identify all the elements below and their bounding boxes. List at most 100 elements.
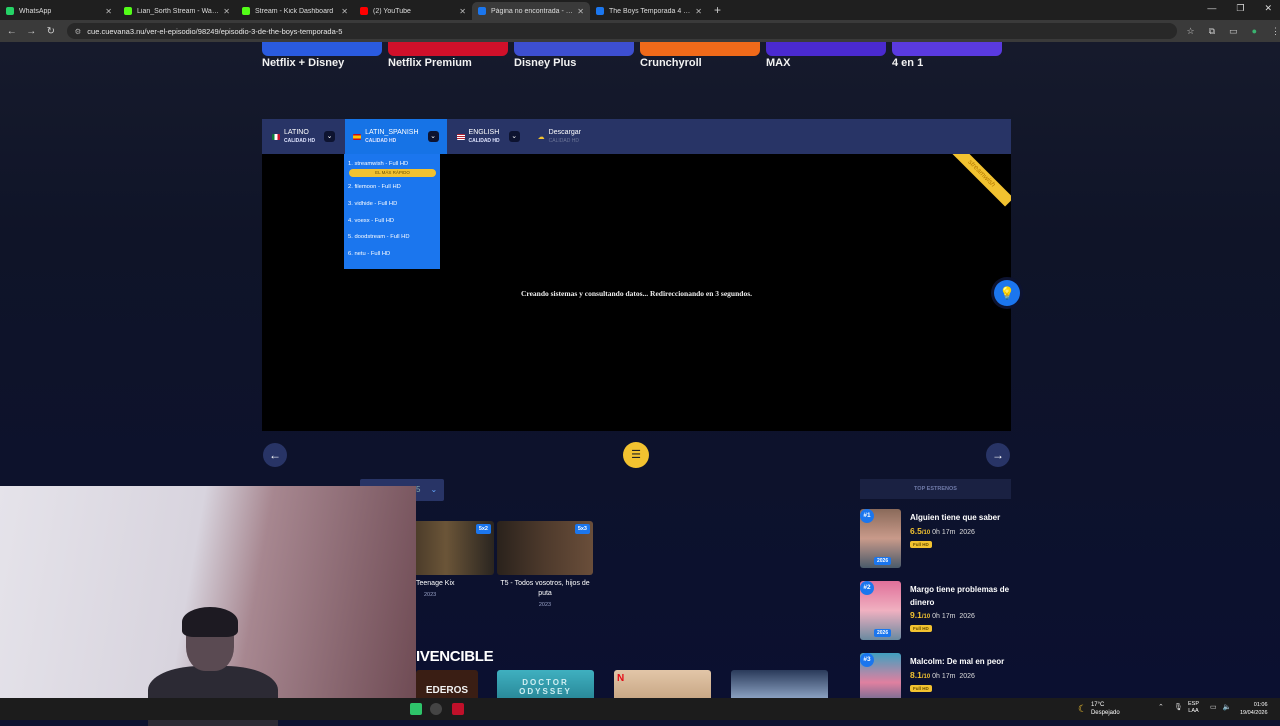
taskbar-clock[interactable]: 01:06 19/04/2026	[1240, 701, 1268, 717]
clock-time: 01:06	[1253, 702, 1268, 708]
system-tray: ⌃ 🎙	[1158, 703, 1183, 711]
promo-card[interactable]: Netflix Premium	[388, 42, 508, 72]
browser-tab[interactable]: (2) YouTube ✕	[354, 2, 472, 20]
forward-icon[interactable]: →	[24, 26, 40, 37]
reload-icon[interactable]: ↻	[43, 26, 59, 37]
language-tab-english[interactable]: ENGLISH CALIDAD HD ⌄	[449, 119, 528, 154]
restore-icon[interactable]: ❐	[1236, 3, 1244, 14]
spain-flag-icon	[353, 133, 362, 140]
next-episode-button[interactable]: →	[986, 443, 1010, 467]
promo-banner	[514, 42, 634, 56]
promo-card[interactable]: 4 en 1	[892, 42, 1002, 72]
new-tab-icon[interactable]: +	[714, 3, 721, 17]
download-label: Descargar	[548, 129, 581, 136]
close-tab-icon[interactable]: ✕	[341, 7, 348, 16]
menu-icon[interactable]: ⋮	[1271, 26, 1280, 37]
taskbar-app-icon[interactable]	[410, 703, 422, 715]
related-card[interactable]: EDEROS	[416, 670, 478, 698]
episode-badge: 5x2	[475, 524, 491, 534]
profile-avatar[interactable]: ●	[1252, 26, 1257, 37]
close-tab-icon[interactable]: ✕	[695, 7, 702, 16]
close-tab-icon[interactable]: ✕	[223, 7, 230, 16]
minimize-icon[interactable]: —	[1207, 3, 1216, 14]
server-option[interactable]: 5. doodstream - Full HD	[344, 229, 440, 246]
quality-label: CALIDAD HD	[468, 138, 500, 144]
bookmark-star-icon[interactable]: ☆	[1187, 26, 1195, 37]
promo-card[interactable]: MAX	[766, 42, 886, 72]
related-card[interactable]: N	[614, 670, 711, 698]
quality-badge: Full HD	[910, 625, 932, 632]
input-language-indicator[interactable]: ESP LAA	[1188, 701, 1199, 715]
weather-widget[interactable]: ☾ 17°C Despejado	[1078, 701, 1120, 717]
server-option[interactable]: 6. netu - Full HD	[344, 246, 440, 263]
weather-temp: 17°C	[1090, 702, 1105, 708]
movie-title: Alguien tiene que saber	[910, 513, 1001, 522]
chevron-down-icon[interactable]: ⌄	[324, 131, 336, 142]
browser-tab[interactable]: The Boys Temporada 4 - Ver ep ✕	[590, 2, 708, 20]
promo-card[interactable]: Crunchyroll	[640, 42, 760, 72]
url-input[interactable]: ⚙ cue.cuevana3.nu/ver-el-episodio/98249/…	[66, 23, 1177, 39]
url-text: cue.cuevana3.nu/ver-el-episodio/98249/ep…	[87, 26, 343, 36]
episode-card[interactable]: 5x3 T5 - Todos vosotros, hijos de puta 2…	[497, 521, 593, 608]
language-label: LATINO	[284, 129, 309, 136]
site-info-icon[interactable]: ⚙	[75, 27, 82, 36]
server-option[interactable]: 4. voesx - Full HD	[344, 212, 440, 229]
back-icon[interactable]: ←	[4, 26, 20, 37]
related-card[interactable]	[731, 670, 828, 698]
chevron-up-icon[interactable]: ⌃	[1158, 703, 1164, 711]
taskbar-app-icon[interactable]	[452, 703, 464, 715]
weather-desc: Despejado	[1090, 710, 1120, 716]
browser-tab[interactable]: WhatsApp ✕	[0, 2, 118, 20]
netflix-logo-icon: N	[617, 673, 625, 684]
section-title: IVENCIBLE	[416, 648, 494, 665]
close-window-icon[interactable]: ✕	[1264, 3, 1272, 14]
promo-card[interactable]: Disney Plus	[514, 42, 634, 72]
tab-favicon-icon	[360, 7, 368, 15]
movie-meta: 6.5/10 0h 17m 2026	[910, 526, 975, 536]
quality-label: CALIDAD HD	[548, 138, 579, 144]
volume-icon[interactable]: 🔈	[1223, 703, 1232, 711]
promo-banner	[262, 42, 382, 56]
language-tab-latino[interactable]: LATINO CALIDAD HD ⌄	[264, 119, 343, 154]
fastest-badge: EL MÁS RÁPIDO	[349, 169, 436, 177]
related-card[interactable]: DOCTOR ODYSSEY	[497, 670, 594, 698]
episode-list-button[interactable]: ☰	[623, 442, 649, 468]
browser-tab[interactable]: Lian_Sorth Stream - Watch Live✕	[118, 2, 236, 20]
movie-score: 9.1	[910, 610, 922, 620]
promo-row: Netflix + Disney Netflix Premium Disney …	[262, 42, 1012, 76]
close-tab-icon[interactable]: ✕	[105, 7, 112, 16]
promo-card[interactable]: Netflix + Disney	[262, 42, 382, 72]
network-icon[interactable]: ▭	[1210, 703, 1217, 711]
poster-year: 2026	[874, 629, 892, 637]
movie-meta: 9.1/10 0h 17m 2026	[910, 610, 975, 620]
download-tab[interactable]: ☁ Descargar CALIDAD HD	[530, 119, 589, 154]
extensions-icon[interactable]: ⧉	[1209, 26, 1215, 37]
top-item[interactable]: #2 2026 Margo tiene problemas de dinero …	[860, 581, 1020, 641]
browser-tab[interactable]: Página no encontrada - Cu ✕	[472, 2, 590, 20]
server-option[interactable]: 2. filemoon - Full HD	[344, 179, 440, 196]
close-tab-icon[interactable]: ✕	[459, 7, 466, 16]
toolbar-actions: ☆ ⧉ ▭ ● ⋮	[1187, 26, 1280, 37]
chevron-down-icon[interactable]: ⌄	[427, 131, 439, 142]
chevron-down-icon[interactable]: ⌄	[508, 131, 520, 142]
microphone-icon[interactable]: 🎙	[1174, 703, 1183, 711]
previous-episode-button[interactable]: ←	[263, 443, 287, 467]
sidebar-icon[interactable]: ▭	[1229, 26, 1238, 37]
top-item[interactable]: #3 Malcolm: De mal en peor 8.1/10 0h 17m…	[860, 653, 1020, 698]
movie-title: Margo tiene problemas de dinero	[910, 585, 1010, 607]
browser-tab[interactable]: Stream - Kick Dashboard ✕	[236, 2, 354, 20]
tab-label: Lian_Sorth Stream - Watch Live	[137, 7, 220, 15]
movie-title: Malcolm: De mal en peor	[910, 657, 1005, 666]
player-language-tabs: LATINO CALIDAD HD ⌄ LATIN_SPANISH CALIDAD …	[262, 119, 1011, 154]
server-option[interactable]: 3. vidhide - Full HD	[344, 196, 440, 213]
usa-flag-icon	[456, 133, 465, 140]
browser-tab-bar: WhatsApp✕Lian_Sorth Stream - Watch Live✕…	[0, 0, 1280, 20]
language-tab-latin-spanish[interactable]: LATIN_SPANISH CALIDAD HD ⌄	[345, 119, 447, 154]
lightbulb-icon[interactable]: 💡	[994, 280, 1020, 306]
close-tab-icon[interactable]: ✕	[577, 7, 584, 16]
promo-banner	[766, 42, 886, 56]
quality-label: CALIDAD HD	[284, 138, 316, 144]
obs-icon[interactable]	[430, 703, 442, 715]
top-item[interactable]: #1 2026 Alguien tiene que saber 6.5/10 0…	[860, 509, 1020, 569]
tab-favicon-icon	[242, 7, 250, 15]
